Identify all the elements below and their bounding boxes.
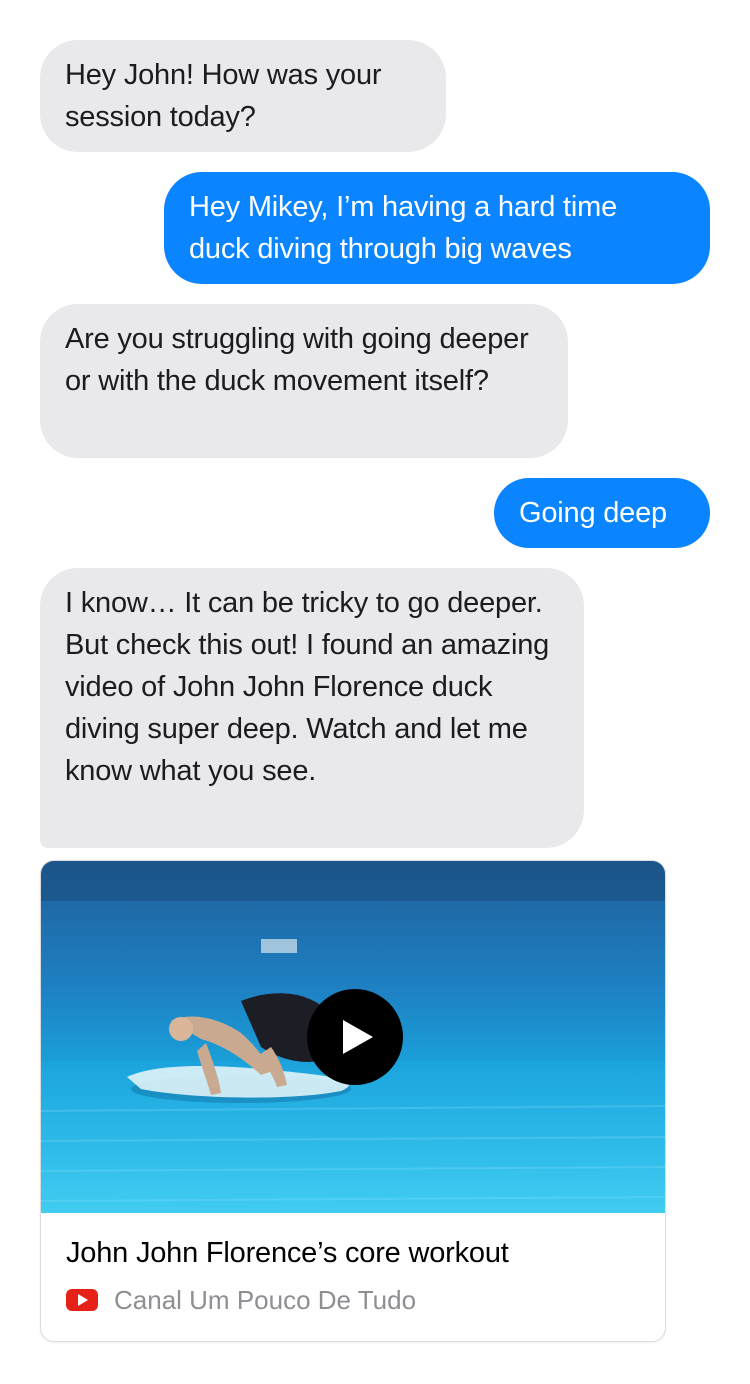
incoming-message: Hey John! How was your session today?	[40, 40, 446, 152]
video-link-card[interactable]: John John Florence’s core workout Canal …	[40, 860, 666, 1342]
incoming-message: I know… It can be tricky to go deeper. B…	[40, 568, 584, 848]
youtube-icon	[66, 1289, 98, 1311]
video-source-label: Canal Um Pouco De Tudo	[114, 1285, 417, 1315]
outgoing-message: Going deep	[494, 478, 710, 548]
video-thumbnail[interactable]	[41, 861, 665, 1213]
outgoing-message: Hey Mikey, I’m having a hard time duck d…	[164, 172, 710, 284]
play-button[interactable]	[307, 989, 403, 1085]
play-icon	[343, 1020, 373, 1054]
video-title[interactable]: John John Florence’s core workout	[66, 1235, 509, 1271]
video-source: Canal Um Pouco De Tudo	[66, 1285, 416, 1315]
chat-thread: Hey John! How was your session today? He…	[0, 0, 750, 1384]
incoming-message: Are you struggling with going deeper or …	[40, 304, 568, 458]
